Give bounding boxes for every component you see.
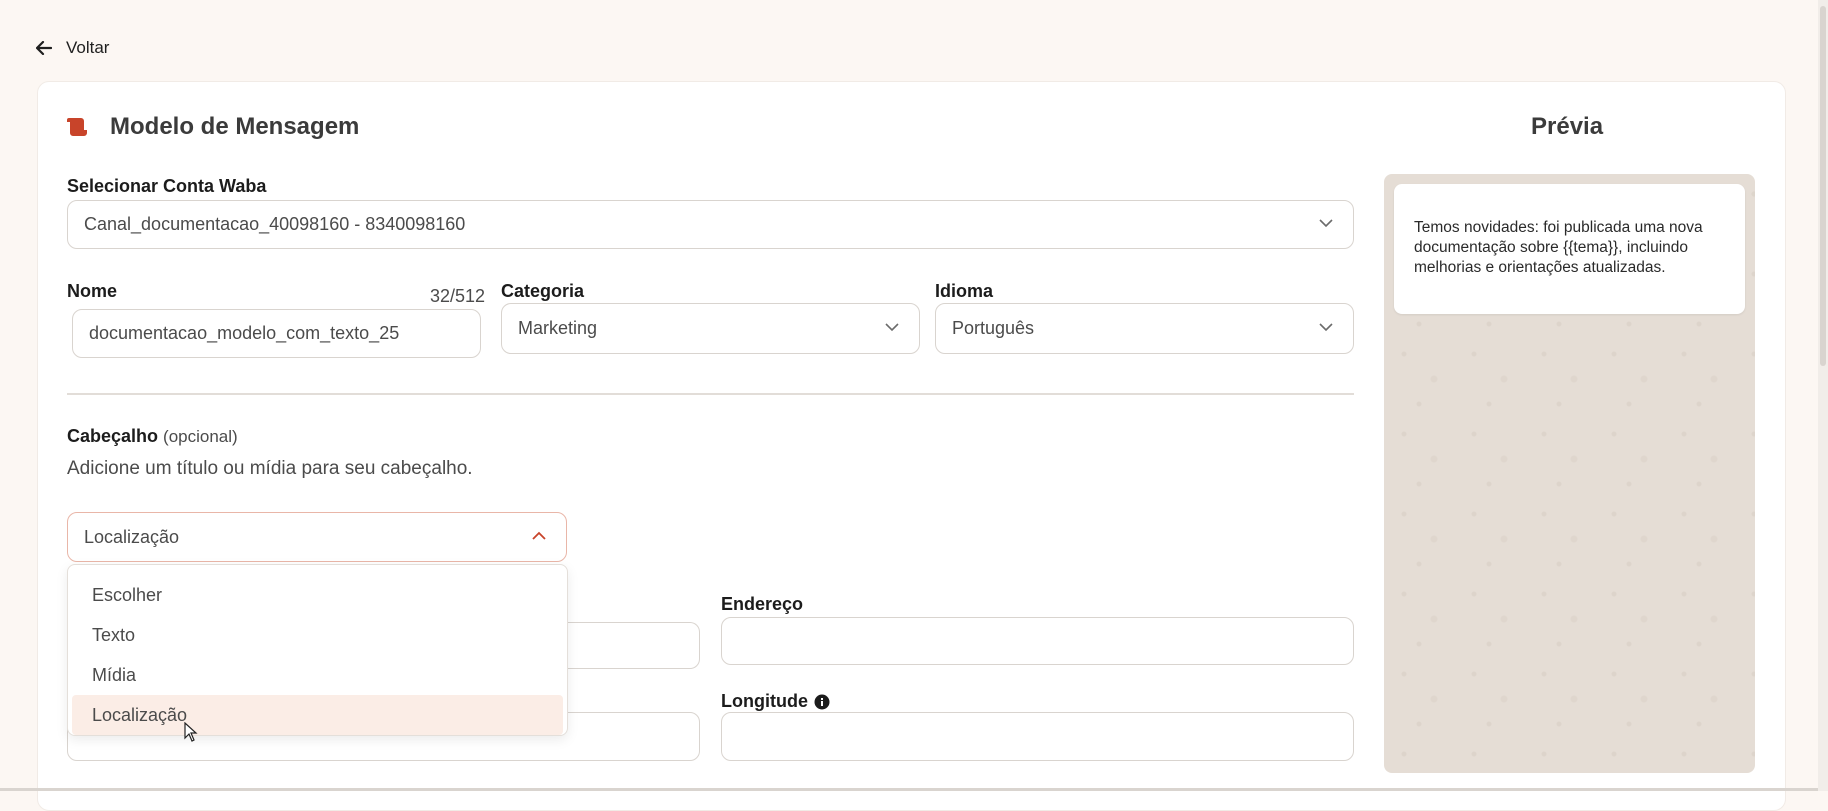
info-icon[interactable]	[814, 694, 830, 710]
nome-value: documentacao_modelo_com_texto_25	[89, 323, 399, 344]
idioma-select[interactable]: Português	[935, 303, 1354, 354]
cabecalho-description: Adicione um título ou mídia para seu cab…	[67, 458, 473, 480]
idioma-label: Idioma	[935, 281, 993, 302]
field-behind-dropdown[interactable]	[567, 622, 700, 669]
idioma-value: Português	[952, 318, 1034, 339]
cabecalho-value: Localização	[84, 527, 179, 548]
nome-label: Nome	[67, 281, 117, 302]
waba-value: Canal_documentacao_40098160 - 8340098160	[84, 214, 465, 235]
chevron-down-icon	[885, 323, 899, 332]
longitude-label-row: Longitude	[721, 691, 830, 712]
arrow-left-icon	[36, 41, 52, 55]
scroll-thumb[interactable]	[1820, 6, 1826, 366]
page-header: Modelo de Mensagem	[66, 113, 359, 141]
back-button[interactable]: Voltar	[36, 38, 109, 58]
longitude-input[interactable]	[721, 712, 1354, 761]
message-text: Temos novidades: foi publicada uma nova …	[1414, 219, 1703, 276]
back-label: Voltar	[66, 38, 109, 58]
option-midia[interactable]: Mídia	[72, 655, 563, 695]
categoria-label: Categoria	[501, 281, 584, 302]
categoria-select[interactable]: Marketing	[501, 303, 920, 354]
chevron-up-icon	[532, 531, 546, 540]
cabecalho-dropdown-menu: Escolher Texto Mídia Localização	[67, 564, 568, 736]
chevron-down-icon	[1319, 219, 1333, 228]
option-escolher[interactable]: Escolher	[72, 575, 563, 615]
vertical-scrollbar[interactable]	[1818, 0, 1828, 791]
waba-label: Selecionar Conta Waba	[67, 176, 266, 197]
longitude-label: Longitude	[721, 691, 808, 712]
waba-select[interactable]: Canal_documentacao_40098160 - 8340098160	[67, 200, 1354, 249]
endereco-input[interactable]	[721, 617, 1354, 665]
cabecalho-select[interactable]: Localização	[67, 512, 567, 562]
mouse-cursor-icon	[184, 722, 198, 742]
cabecalho-label: Cabeçalho (opcional)	[67, 426, 238, 447]
categoria-value: Marketing	[518, 318, 597, 339]
page-title: Modelo de Mensagem	[110, 113, 359, 141]
option-localizacao[interactable]: Localização	[72, 695, 563, 735]
nome-input[interactable]: documentacao_modelo_com_texto_25	[72, 309, 481, 358]
cabecalho-optional: (opcional)	[163, 427, 238, 446]
preview-panel: Temos novidades: foi publicada uma nova …	[1384, 174, 1755, 773]
cabecalho-title: Cabeçalho	[67, 426, 158, 446]
nome-counter: 32/512	[430, 286, 485, 307]
message-bubble: Temos novidades: foi publicada uma nova …	[1394, 184, 1745, 314]
divider	[67, 393, 1354, 395]
preview-title: Prévia	[1531, 113, 1603, 141]
scroll-icon	[66, 117, 88, 137]
endereco-label: Endereço	[721, 594, 803, 615]
option-texto[interactable]: Texto	[72, 615, 563, 655]
chevron-down-icon	[1319, 323, 1333, 332]
